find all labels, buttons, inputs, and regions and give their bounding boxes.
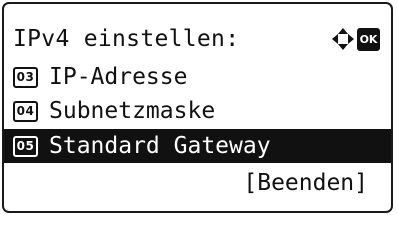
end-row: [Beenden] bbox=[4, 166, 391, 200]
end-button[interactable]: [Beenden] bbox=[243, 170, 368, 196]
item-number-badge: 05 bbox=[13, 135, 38, 157]
item-number-badge: 03 bbox=[13, 66, 38, 88]
lcd-panel: IPv4 einstellen: OK 03 IP-Adresse 04 Sub… bbox=[2, 2, 393, 213]
menu-item-subnet-mask[interactable]: 04 Subnetzmaske bbox=[4, 94, 391, 128]
menu-item-label: IP-Adresse bbox=[49, 64, 188, 90]
item-number-badge: 04 bbox=[13, 100, 38, 122]
screen-title: IPv4 einstellen: bbox=[13, 26, 240, 52]
menu-item-label: Subnetzmaske bbox=[49, 98, 216, 124]
title-bar: IPv4 einstellen: OK bbox=[4, 22, 391, 56]
menu-item-ip-address[interactable]: 03 IP-Adresse bbox=[4, 60, 391, 94]
navigation-controls: OK bbox=[331, 26, 380, 52]
four-way-arrow-icon bbox=[331, 27, 355, 51]
menu-item-default-gateway[interactable]: 05 Standard Gateway bbox=[4, 129, 391, 163]
ok-button[interactable]: OK bbox=[357, 27, 380, 51]
menu-item-label: Standard Gateway bbox=[49, 133, 271, 159]
